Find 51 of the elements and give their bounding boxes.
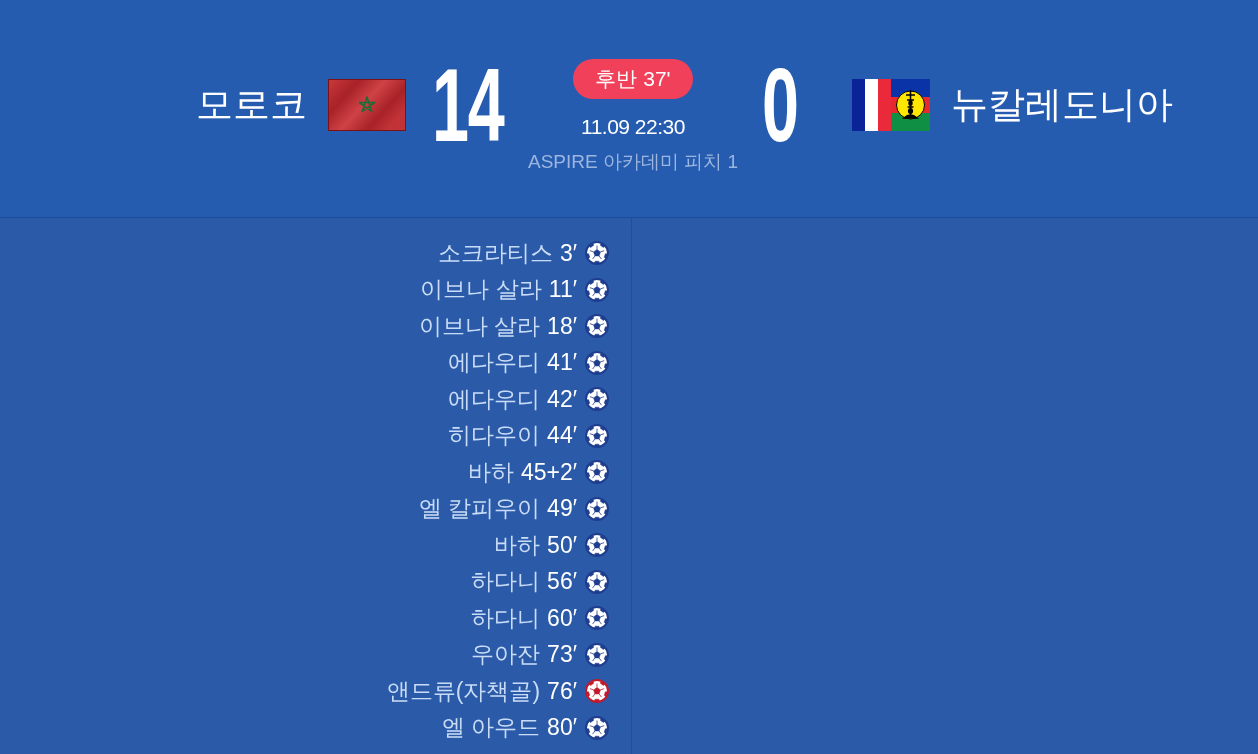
match-venue: ASPIRE 아카데미 피치 1 [527, 150, 739, 174]
goal-minute: 42′ [547, 385, 577, 413]
scorer-name: 앤드류(자책골) [386, 676, 541, 706]
away-score: 0 [762, 52, 798, 157]
soccer-ball-icon [585, 277, 609, 302]
scorer-name: 에다우디 [448, 348, 541, 378]
scorer-name: 하다니 [471, 567, 541, 597]
new-caledonia-flag-icon [851, 78, 930, 131]
match-status: 후반 37' [573, 59, 693, 99]
goal-minute: 49′ [547, 495, 577, 523]
goal-minute: 45+2′ [520, 458, 577, 486]
scorer-name: 이브나 살라 [420, 275, 542, 305]
scorer-name: 엘 칼피우이 [418, 494, 541, 524]
scorer-name: 바하 [494, 530, 541, 560]
scorer-name: 엘 아우드 [441, 713, 541, 743]
soccer-ball-icon [585, 496, 609, 521]
soccer-ball-icon [585, 314, 609, 339]
goal-minute: 11′ [548, 276, 577, 304]
soccer-ball-icon [585, 387, 609, 412]
soccer-ball-icon [585, 460, 609, 485]
soccer-ball-icon [585, 642, 609, 667]
soccer-ball-icon [585, 241, 609, 266]
morocco-flag-icon [328, 78, 407, 131]
soccer-ball-icon [585, 423, 609, 448]
scorer-name: 이브나 살라 [418, 311, 541, 341]
goal-minute: 80′ [547, 714, 577, 742]
scorer-name: 에다우디 [448, 384, 541, 414]
home-team-name: 모로코 [196, 82, 308, 127]
soccer-ball-icon [585, 606, 609, 631]
soccer-ball-icon [585, 533, 609, 558]
soccer-ball-icon [585, 715, 609, 740]
goal-minute: 76′ [547, 677, 577, 705]
goal-minute: 44′ [547, 422, 577, 450]
scorer-name: 바하 [467, 457, 514, 487]
match-datetime: 11.09 22:30 [581, 115, 685, 139]
goal-minute: 3′ [559, 239, 577, 267]
scorer-name: 우아잔 [471, 640, 541, 670]
goal-minute: 41′ [547, 349, 577, 377]
goal-minute: 18′ [547, 312, 577, 340]
scorer-name: 히다우이 [448, 421, 541, 451]
scorer-name: 하다니 [471, 603, 541, 633]
goal-minute: 60′ [547, 604, 577, 632]
soccer-ball-icon [585, 350, 609, 375]
goal-minute: 50′ [547, 531, 577, 559]
goal-minute: 56′ [547, 568, 577, 596]
scorer-name: 소크라티스 [437, 238, 553, 268]
soccer-ball-icon [585, 569, 609, 594]
away-team-name: 뉴칼레도니아 [950, 82, 1173, 127]
soccer-ball-icon [585, 679, 609, 704]
goal-minute: 73′ [547, 641, 577, 669]
home-score: 14 [432, 52, 504, 157]
